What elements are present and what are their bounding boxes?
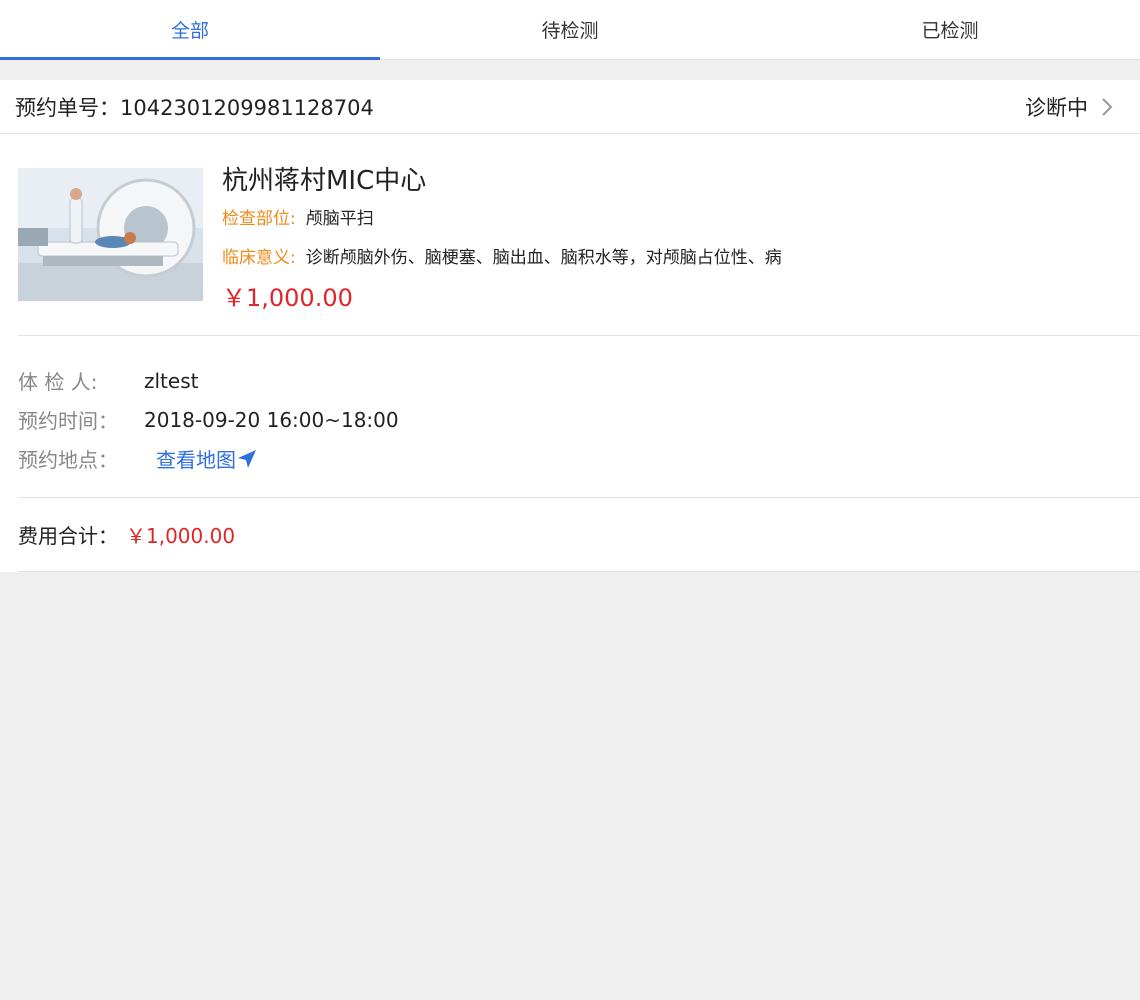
total-cost: 费用合计： ￥1,000.00 (18, 498, 1140, 572)
order-number: 预约单号：1042301209981128704 (15, 95, 374, 120)
item-price: ￥1,000.00 (222, 284, 353, 312)
view-map-link[interactable]: 查看地图 (156, 444, 258, 473)
tab-done[interactable]: 已检测 (760, 0, 1140, 59)
ct-scanner-image (18, 168, 203, 301)
examinee-row: 体 检 人: zltest (18, 368, 199, 395)
location-arrow-icon (238, 449, 256, 468)
tab-pending[interactable]: 待检测 (380, 0, 760, 59)
chevron-right-icon[interactable] (1098, 98, 1116, 116)
tab-bar: 全部 待检测 已检测 (0, 0, 1140, 60)
exam-item[interactable]: 杭州蒋村MIC中心 检查部位: 颅脑平扫 临床意义: 诊断颅脑外伤、脑梗塞、脑出血、… (18, 134, 1140, 336)
exam-part: 检查部位: 颅脑平扫 (222, 209, 374, 229)
order-header[interactable]: 预约单号：1042301209981128704 诊断中 (0, 80, 1140, 134)
appointment-details: 体 检 人: zltest 预约时间： 2018-09-20 16:00~18:… (18, 336, 1140, 498)
appointment-place-row: 预约地点： 查看地图 (18, 444, 258, 473)
clinical-significance: 临床意义: 诊断颅脑外伤、脑梗塞、脑出血、脑积水等，对颅脑占位性、病 (222, 248, 782, 268)
tab-all[interactable]: 全部 (0, 0, 380, 60)
order-card: 预约单号：1042301209981128704 诊断中 杭州蒋村MIC中心 检… (0, 80, 1140, 572)
center-name: 杭州蒋村MIC中心 (222, 166, 427, 196)
order-status: 诊断中 (1025, 95, 1088, 120)
appointment-time-row: 预约时间： 2018-09-20 16:00~18:00 (18, 407, 399, 434)
